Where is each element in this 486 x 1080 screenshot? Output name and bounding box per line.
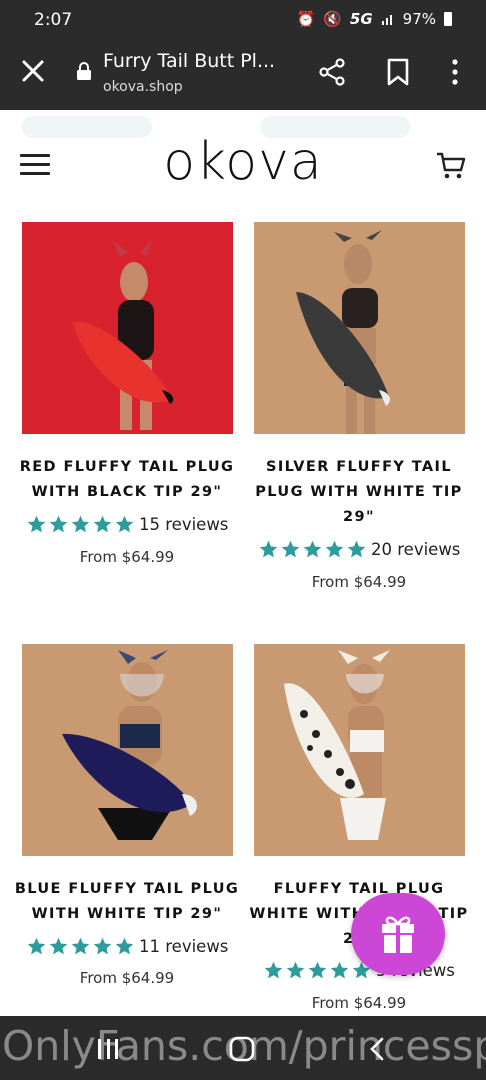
product-image[interactable]	[22, 222, 233, 434]
close-icon[interactable]	[20, 58, 46, 84]
product-name-line: WITH WHITE TIP 29"	[31, 906, 223, 922]
bookmark-icon[interactable]	[386, 58, 410, 86]
status-indicators: ⏰ 🔇 5G 97%	[297, 10, 452, 28]
browser-toolbar: Furry Tail Butt Pl... okova.shop	[0, 40, 486, 110]
status-bar: 2:07 ⏰ 🔇 5G 97%	[0, 0, 486, 40]
review-count: 20 reviews	[371, 540, 461, 559]
mute-icon: 🔇	[323, 10, 342, 28]
star-icon	[49, 515, 68, 533]
star-icon	[325, 540, 344, 558]
battery-level: 97%	[402, 10, 436, 28]
product-name[interactable]: SILVER FLUFFY TAIL PLUG WITH WHITE TIP 29"	[239, 455, 479, 530]
star-rating	[26, 936, 135, 957]
product-name[interactable]: RED FLUFFY TAIL PLUG WITH BLACK TIP 29"	[7, 455, 247, 505]
product-name[interactable]: BLUE FLUFFY TAIL PLUG WITH WHITE TIP 29"	[7, 877, 247, 927]
review-count: 15 reviews	[139, 515, 229, 534]
star-icon	[308, 961, 327, 979]
product-name-line: RED FLUFFY TAIL PLUG	[19, 459, 235, 475]
product-name-line: 29"	[343, 509, 375, 525]
page-domain[interactable]: okova.shop	[103, 79, 183, 95]
star-icon	[27, 937, 46, 955]
product-price: From $64.99	[79, 548, 175, 566]
product-price: From $64.99	[79, 969, 175, 987]
star-rating	[258, 539, 367, 560]
more-icon[interactable]	[447, 58, 463, 86]
star-icon	[330, 961, 349, 979]
alarm-icon: ⏰	[296, 10, 316, 28]
star-icon	[286, 961, 305, 979]
product-rating[interactable]: 20 reviews	[258, 539, 460, 560]
product-name-line: SILVER FLUFFY TAIL	[265, 459, 452, 475]
site-logo[interactable]: okova	[0, 132, 486, 192]
product-image[interactable]	[254, 222, 465, 434]
star-rating	[26, 514, 135, 535]
gift-icon	[382, 916, 414, 953]
product-price: From $64.99	[311, 994, 407, 1012]
product-price: From $64.99	[311, 573, 407, 591]
star-icon	[347, 540, 366, 558]
product-image[interactable]	[22, 644, 233, 856]
page-title[interactable]: Furry Tail Butt Pl...	[103, 50, 275, 72]
star-icon	[27, 515, 46, 533]
star-icon	[303, 540, 322, 558]
star-icon	[281, 540, 300, 558]
status-time: 2:07	[34, 10, 73, 30]
product-rating[interactable]: 15 reviews	[26, 514, 228, 535]
review-count: 11 reviews	[139, 937, 229, 956]
star-icon	[49, 937, 68, 955]
gift-button[interactable]	[351, 893, 445, 975]
product-name-line: BLUE FLUFFY TAIL PLUG	[14, 881, 240, 897]
star-icon	[115, 515, 134, 533]
watermark-text: OnlyFans.com/princesspe	[2, 1022, 486, 1070]
star-icon	[93, 937, 112, 955]
cart-icon[interactable]	[436, 152, 466, 180]
star-icon	[264, 961, 283, 979]
star-icon	[71, 515, 90, 533]
signal-icon	[381, 15, 392, 25]
share-icon[interactable]	[318, 58, 346, 86]
site-header: okova	[0, 110, 486, 220]
product-name-line: WITH BLACK TIP 29"	[31, 484, 223, 500]
battery-icon	[444, 12, 452, 26]
lock-icon	[77, 62, 91, 80]
star-icon	[93, 515, 112, 533]
star-icon	[71, 937, 90, 955]
product-rating[interactable]: 11 reviews	[26, 936, 228, 957]
star-icon	[259, 540, 278, 558]
star-icon	[115, 937, 134, 955]
product-image[interactable]	[254, 644, 465, 856]
product-name-line: PLUG WITH WHITE TIP	[255, 484, 463, 500]
network-type: 5G	[349, 10, 373, 28]
